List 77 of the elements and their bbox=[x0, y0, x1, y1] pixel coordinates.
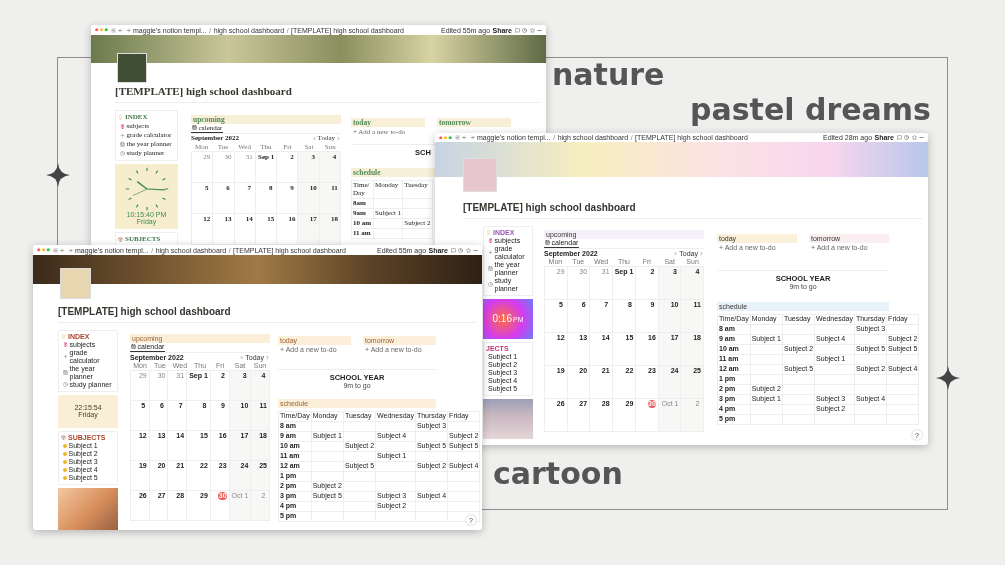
lightbulb-icon bbox=[486, 230, 491, 235]
empty-cell bbox=[448, 451, 481, 462]
back-icon[interactable] bbox=[60, 247, 65, 253]
chevron-right-icon[interactable] bbox=[699, 250, 704, 256]
clock-icon[interactable] bbox=[458, 247, 463, 253]
chevron-left-icon[interactable] bbox=[239, 354, 245, 360]
forward-icon[interactable] bbox=[469, 135, 475, 140]
empty-cell bbox=[403, 208, 433, 219]
empty-cell bbox=[448, 421, 481, 432]
empty-cell bbox=[403, 198, 433, 209]
chevron-left-icon[interactable] bbox=[673, 250, 679, 256]
plus-icon bbox=[120, 132, 125, 138]
box-icon bbox=[61, 435, 66, 440]
calendar-icon bbox=[545, 240, 550, 245]
clock-icon bbox=[120, 150, 125, 156]
page-title: [TEMPLATE] high school dashboard bbox=[58, 306, 232, 318]
clock-icon[interactable] bbox=[904, 135, 909, 140]
dot-icon bbox=[63, 459, 67, 464]
comment-icon[interactable] bbox=[450, 247, 456, 253]
chevron-left-icon[interactable] bbox=[311, 135, 317, 141]
more-icon[interactable] bbox=[919, 135, 924, 140]
dot-icon bbox=[63, 467, 67, 472]
flower-icon bbox=[488, 238, 493, 243]
calendar-icon bbox=[63, 370, 68, 375]
clock-icon bbox=[488, 282, 493, 287]
page-icon-image bbox=[463, 158, 497, 192]
comment-icon[interactable] bbox=[896, 135, 902, 140]
chevron-right-icon[interactable] bbox=[265, 354, 270, 360]
analog-clock-drawing bbox=[124, 167, 169, 212]
empty-cell bbox=[448, 501, 481, 512]
window-controls-icon[interactable] bbox=[439, 135, 452, 140]
forward-icon[interactable] bbox=[67, 247, 73, 253]
menu-icon[interactable] bbox=[52, 247, 58, 253]
box-icon bbox=[118, 236, 123, 242]
chevron-right-icon[interactable] bbox=[336, 135, 341, 141]
back-icon[interactable] bbox=[118, 27, 123, 33]
flower-icon bbox=[63, 342, 68, 347]
page-title: [TEMPLATE] high school dashboard bbox=[463, 202, 637, 214]
clock-icon bbox=[63, 382, 68, 387]
empty-cell bbox=[448, 471, 481, 482]
forward-icon[interactable] bbox=[125, 27, 131, 33]
lightbulb-icon bbox=[61, 334, 66, 339]
lightbulb-icon bbox=[118, 114, 123, 120]
calendar-icon bbox=[192, 125, 197, 131]
flower-icon bbox=[120, 123, 125, 129]
menu-icon[interactable] bbox=[454, 135, 460, 140]
empty-cell bbox=[448, 491, 481, 502]
calendar-icon bbox=[488, 266, 493, 271]
theme-label: pastel dreams bbox=[690, 95, 931, 125]
calendar-icon bbox=[131, 344, 136, 349]
clock-time: 0:16 bbox=[492, 313, 512, 324]
star-icon[interactable] bbox=[465, 247, 471, 253]
window-controls-icon[interactable] bbox=[37, 248, 50, 252]
window-controls-icon[interactable] bbox=[95, 28, 108, 32]
calendar-icon bbox=[120, 141, 125, 147]
page-title: [TEMPLATE] high school dashboard bbox=[115, 85, 293, 98]
clock-icon[interactable] bbox=[522, 27, 527, 33]
page-icon-image bbox=[117, 53, 147, 83]
sparkle-icon bbox=[936, 366, 960, 390]
theme-label: cartoon bbox=[493, 459, 623, 489]
menu-icon[interactable] bbox=[110, 27, 116, 33]
empty-cell bbox=[448, 481, 481, 492]
page-icon-image bbox=[60, 268, 91, 299]
more-icon[interactable] bbox=[473, 247, 478, 253]
dot-icon bbox=[63, 475, 67, 480]
plus-icon bbox=[63, 354, 68, 359]
dot-icon bbox=[63, 451, 67, 456]
star-icon[interactable] bbox=[529, 27, 535, 33]
theme-label: nature bbox=[552, 60, 665, 90]
star-icon[interactable] bbox=[911, 135, 917, 140]
dot-icon bbox=[63, 443, 67, 448]
empty-cell bbox=[403, 228, 433, 239]
sparkle-icon bbox=[46, 163, 70, 187]
comment-icon[interactable] bbox=[514, 27, 520, 33]
more-icon[interactable] bbox=[537, 27, 542, 33]
back-icon[interactable] bbox=[462, 135, 467, 140]
plus-icon bbox=[488, 250, 493, 255]
